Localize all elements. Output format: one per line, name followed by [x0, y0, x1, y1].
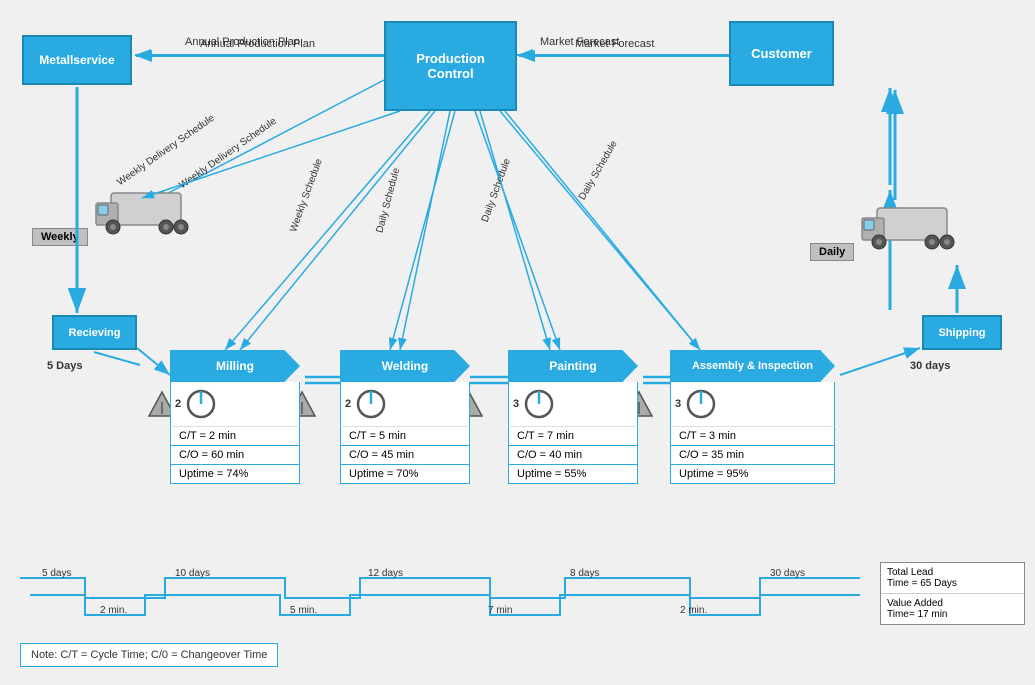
weekly-truck: Weekly: [32, 185, 201, 248]
svg-text:10 days: 10 days: [175, 568, 210, 579]
production-control-box: Production Control: [384, 21, 517, 111]
svg-text:2 min.: 2 min.: [680, 605, 707, 616]
assembly-ct: C/T = 3 min: [670, 427, 835, 446]
assembly-process: Assembly & Inspection 3 C/T = 3 min C/O …: [670, 350, 835, 484]
svg-text:12 days: 12 days: [368, 568, 403, 579]
assembly-header: Assembly & Inspection: [670, 350, 835, 382]
metallservice-box: Metallservice: [22, 35, 132, 85]
thirty-days-label: 30 days: [910, 360, 950, 372]
customer-box: Customer: [729, 21, 834, 86]
weekly-label: Weekly: [32, 228, 88, 246]
svg-text:5 days: 5 days: [42, 568, 71, 579]
painting-ct: C/T = 7 min: [508, 427, 638, 446]
market-forecast-text: Market Forecast: [540, 36, 619, 48]
assembly-co: C/O = 35 min: [670, 446, 835, 465]
annual-plan-text: Annual Production Plan: [185, 36, 300, 48]
weekly-schedule-label: Weekly Schedule: [288, 157, 325, 233]
receiving-box: Recieving: [52, 315, 137, 350]
svg-text:2 min.: 2 min.: [100, 605, 127, 616]
welding-operator-count: 2: [345, 398, 351, 410]
painting-operator-count: 3: [513, 398, 519, 410]
painting-process: Painting 3 C/T = 7 min C/O = 40 min Upti…: [508, 350, 638, 484]
daily-truck: Daily: [810, 200, 967, 263]
milling-uptime: Uptime = 74%: [170, 465, 300, 484]
five-days-label: 5 Days: [47, 360, 82, 372]
welding-co: C/O = 45 min: [340, 446, 470, 465]
info-box: Total Lead Time = 65 Days Value Added Ti…: [880, 562, 1025, 625]
total-lead-time: Total Lead Time = 65 Days: [881, 563, 1024, 594]
svg-text:30 days: 30 days: [770, 568, 805, 579]
daily-label: Daily: [810, 243, 854, 261]
milling-ct: C/T = 2 min: [170, 427, 300, 446]
welding-process: Welding 2 C/T = 5 min C/O = 45 min Uptim…: [340, 350, 470, 484]
assembly-uptime: Uptime = 95%: [670, 465, 835, 484]
milling-header: Milling: [170, 350, 300, 382]
daily-schedule-2-label: Daily Schedule: [480, 157, 513, 223]
milling-co: C/O = 60 min: [170, 446, 300, 465]
note-text: Note: C/T = Cycle Time; C/0 = Changeover…: [31, 649, 267, 661]
svg-text:8 days: 8 days: [570, 568, 599, 579]
milling-operator-count: 2: [175, 398, 181, 410]
painting-header: Painting: [508, 350, 638, 382]
milling-process: Milling 2 C/T = 2 min C/O = 60 min Uptim…: [170, 350, 300, 484]
note-box: Note: C/T = Cycle Time; C/0 = Changeover…: [20, 643, 278, 667]
value-added-time: Value Added Time= 17 min: [881, 594, 1024, 624]
welding-header: Welding: [340, 350, 470, 382]
painting-uptime: Uptime = 55%: [508, 465, 638, 484]
welding-ct: C/T = 5 min: [340, 427, 470, 446]
assembly-operator-count: 3: [675, 398, 681, 410]
welding-uptime: Uptime = 70%: [340, 465, 470, 484]
svg-text:7 min: 7 min: [488, 605, 512, 616]
painting-co: C/O = 40 min: [508, 446, 638, 465]
shipping-box: Shipping: [922, 315, 1002, 350]
daily-schedule-3-label: Daily Schedule: [577, 139, 620, 202]
svg-text:5 min.: 5 min.: [290, 605, 317, 616]
daily-schedule-1-label: Daily Schedule: [374, 167, 402, 234]
